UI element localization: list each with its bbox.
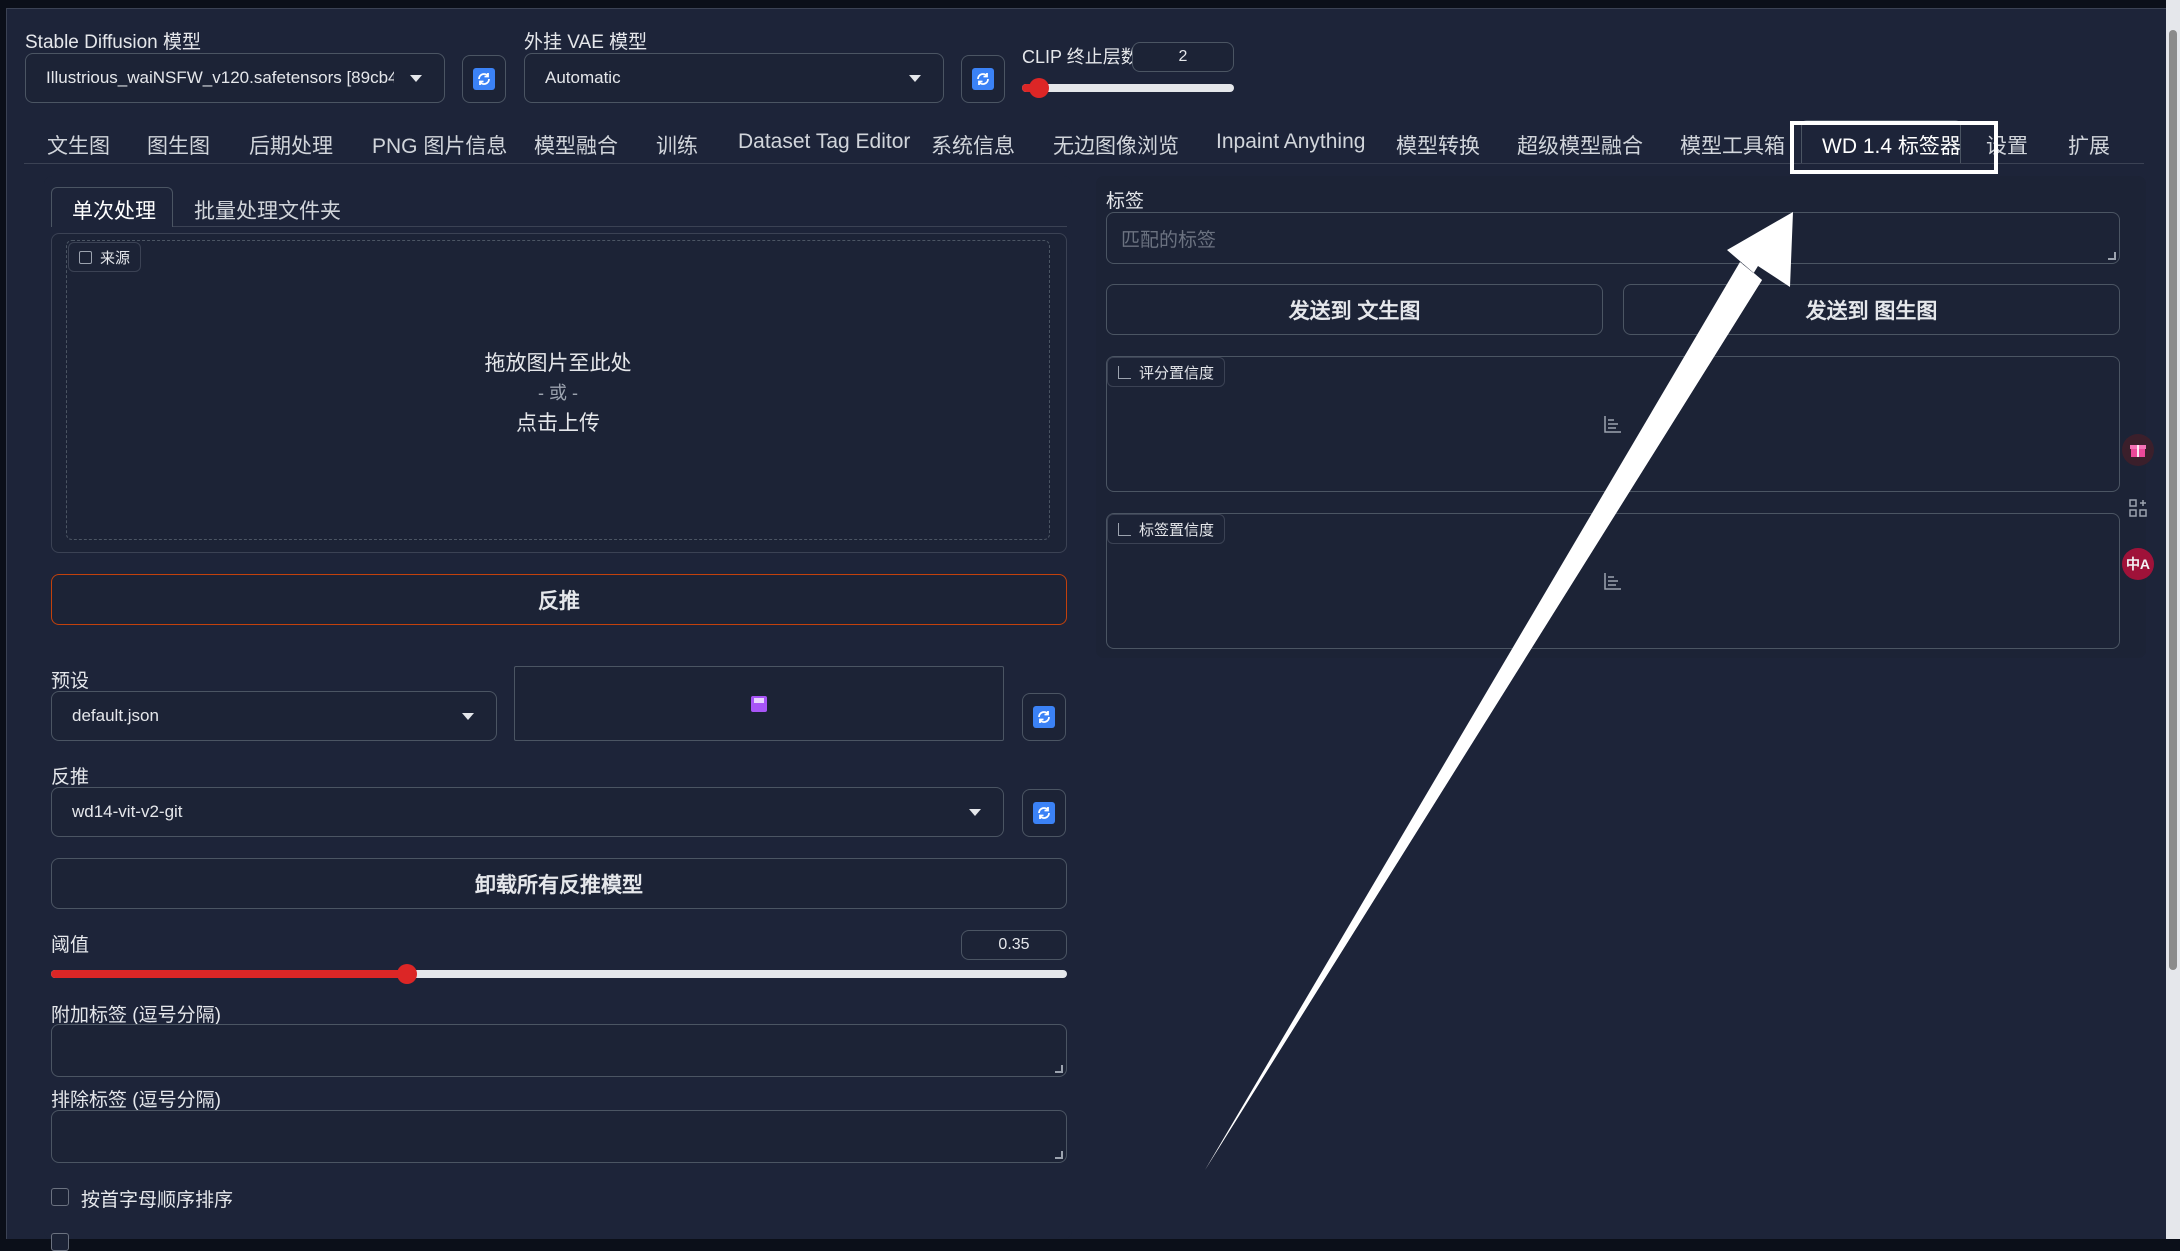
annotation-arrow-icon	[1205, 212, 1793, 1170]
page-scrollbar-thumb[interactable]	[2169, 30, 2177, 970]
